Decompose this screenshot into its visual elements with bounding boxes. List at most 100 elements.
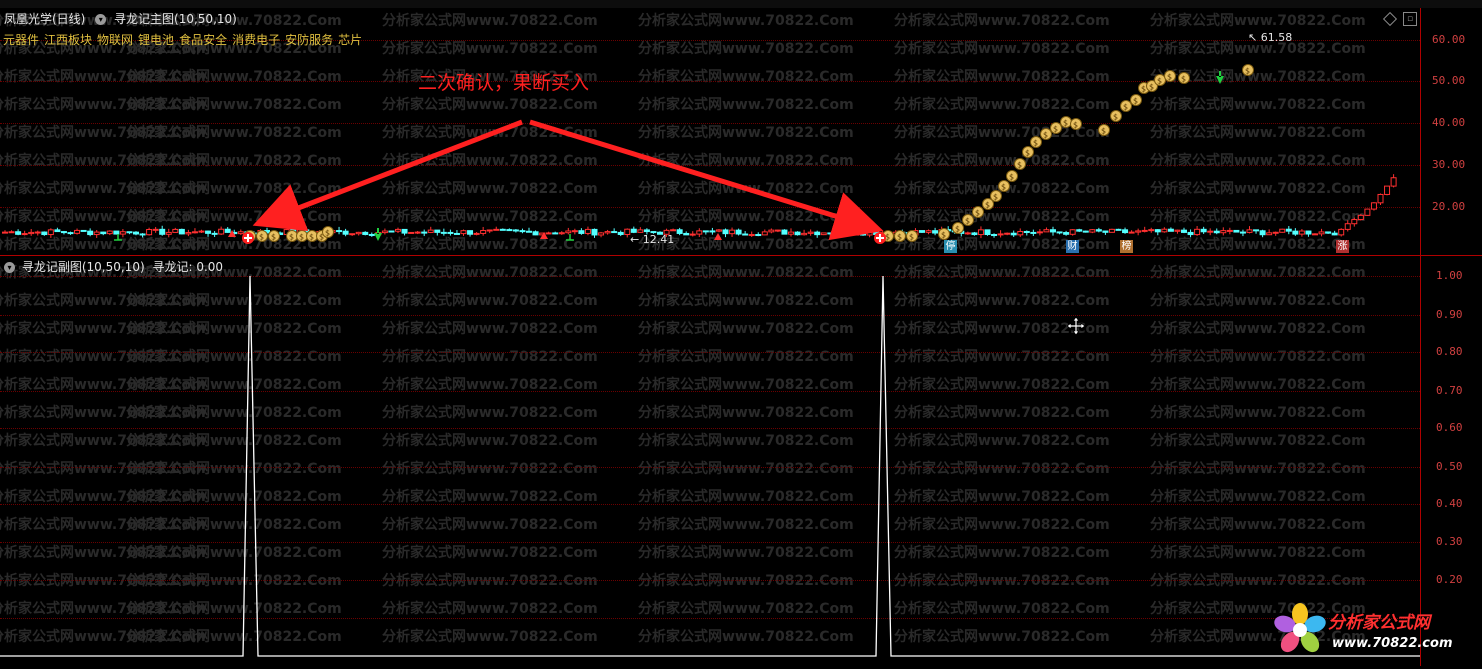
candle-down — [224, 228, 231, 233]
candle-down — [159, 228, 166, 235]
candle-down — [932, 230, 939, 234]
value-tick: 0.50 — [1436, 460, 1463, 473]
candle-up — [598, 232, 605, 236]
candle-down — [1187, 231, 1194, 236]
candle-up — [1043, 229, 1050, 233]
panel-separator[interactable] — [0, 255, 1482, 256]
candle-down — [1154, 229, 1161, 233]
money-bag-icon: $ — [1063, 119, 1068, 128]
candle-up — [1338, 228, 1345, 236]
candle-down — [846, 229, 853, 235]
candle-up — [820, 232, 827, 236]
money-bag-icon: $ — [1167, 73, 1172, 82]
candle-up — [486, 229, 493, 232]
candle-down — [617, 231, 624, 235]
money-bag-icon: $ — [1181, 75, 1186, 84]
money-bag-icon: $ — [1025, 149, 1030, 158]
candle-up — [355, 231, 362, 235]
money-bag-icon: $ — [1033, 139, 1038, 148]
concept-tag[interactable]: 物联网 — [97, 33, 133, 47]
candle-up — [729, 229, 736, 235]
concept-tag[interactable]: 安防服务 — [285, 33, 333, 47]
concept-tag[interactable]: 食品安全 — [179, 33, 227, 47]
candle-up — [1279, 228, 1286, 233]
candle-up — [93, 231, 100, 236]
candle-down — [139, 233, 146, 236]
candle-up — [866, 230, 873, 236]
candle-down — [1082, 230, 1089, 233]
candle-up — [1390, 177, 1397, 187]
sub-indicator-name[interactable]: 寻龙记副图(10,50,10) — [22, 260, 145, 274]
annotation-arrow — [529, 119, 884, 241]
candle-down — [683, 232, 690, 236]
candle-up — [801, 232, 808, 236]
concept-tag[interactable]: 江西板块 — [44, 33, 92, 47]
candle-up — [408, 231, 415, 234]
candle-down — [1023, 230, 1030, 233]
money-bag-icon: $ — [1133, 97, 1138, 106]
candle-down — [362, 231, 369, 235]
value-tick: 1.00 — [1436, 269, 1463, 282]
badge-rank[interactable]: 榜 — [1120, 240, 1133, 253]
candle-up — [1017, 230, 1024, 236]
candle-up — [152, 228, 159, 231]
candle-down — [1325, 231, 1332, 234]
candle-down — [1056, 231, 1063, 234]
candle-down — [506, 229, 513, 232]
value-tick: 0.70 — [1436, 384, 1463, 397]
candle-down — [702, 230, 709, 233]
candle-down — [1076, 229, 1083, 232]
logo-url: www.70822.com — [1332, 636, 1453, 651]
concept-tag[interactable]: 元器件 — [3, 33, 39, 47]
candle-down — [336, 230, 343, 233]
candle-up — [1318, 231, 1325, 235]
candle-down — [1095, 229, 1102, 232]
candle-down — [1181, 229, 1187, 233]
money-bag-icon: $ — [1157, 77, 1162, 86]
sub-dropdown-icon[interactable]: ▾ — [4, 262, 15, 273]
money-bag-icon: $ — [1053, 125, 1058, 134]
candle-up — [1370, 202, 1377, 210]
money-bag-icon: $ — [1141, 85, 1146, 94]
money-bag-icon: $ — [1001, 183, 1006, 192]
candle-down — [991, 234, 998, 237]
candle-down — [133, 231, 139, 235]
candle-down — [814, 231, 821, 236]
badge-finance[interactable]: 财 — [1066, 240, 1079, 253]
candle-up — [218, 228, 225, 235]
candle-up — [1161, 228, 1168, 233]
concept-tags: 元器件 江西板块 物联网 锂电池 食品安全 消费电子 安防服务 芯片 — [3, 31, 367, 48]
candle-down — [709, 230, 716, 233]
window-restore-icon[interactable]: ▫ — [1403, 12, 1417, 26]
candle-up — [604, 231, 611, 234]
badge-suspend[interactable]: 停 — [944, 240, 957, 253]
candle-up — [146, 229, 153, 236]
candle-down — [722, 229, 729, 235]
candle-down — [60, 231, 67, 234]
candle-down — [15, 231, 22, 235]
main-chart[interactable]: $$$$$$$$$$$$$$$$$$$$$$$$$$$$$$$$$$$$↖ 61… — [0, 0, 1420, 669]
candle-down — [578, 230, 585, 234]
candle-up — [768, 229, 775, 233]
annotation-text: 二次确认，果断买入 — [418, 72, 590, 94]
candle-up — [748, 234, 755, 237]
concept-tag[interactable]: 消费电子 — [232, 33, 280, 47]
candle-up — [427, 229, 434, 233]
candle-up — [807, 231, 814, 234]
main-indicator-name[interactable]: 寻龙记主图(10,50,10) — [114, 12, 237, 26]
candle-up — [1108, 228, 1115, 233]
move-cursor-icon — [1066, 316, 1086, 336]
stock-title[interactable]: 凤凰光学(日线) — [4, 12, 85, 26]
main-chart-header: 凤凰光学(日线) ▾ 寻龙记主图(10,50,10) — [4, 10, 237, 28]
indicator-dropdown-icon[interactable]: ▾ — [95, 14, 107, 25]
concept-tag[interactable]: 锂电池 — [138, 33, 174, 47]
badge-limit-up[interactable]: 涨 — [1336, 240, 1349, 253]
candle-up — [1135, 230, 1142, 233]
candle-up — [1364, 208, 1371, 216]
candle-up — [74, 229, 81, 234]
site-logo: 分析家公式网 www.70822.com — [1272, 602, 1472, 662]
concept-tag[interactable]: 芯片 — [338, 33, 362, 47]
main-axis-line — [1420, 8, 1421, 255]
candle-up — [761, 231, 768, 236]
candle-down — [368, 233, 375, 236]
